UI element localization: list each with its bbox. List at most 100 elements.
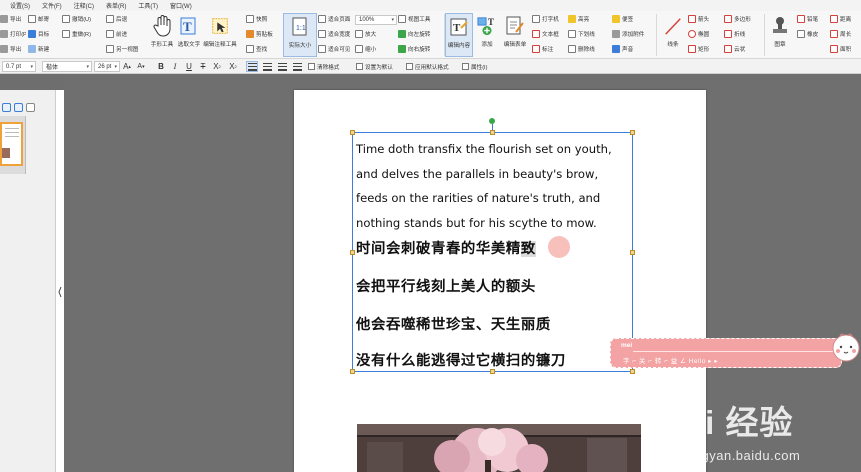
edit-content-button[interactable]: T 编辑内容 — [445, 13, 473, 57]
zoom-in-button[interactable]: 放大 — [355, 28, 385, 39]
justify-button[interactable] — [291, 61, 303, 72]
callout-button[interactable]: 标注 — [532, 43, 566, 54]
chinese-line-2[interactable]: 会把平行线刻上美人的额头 — [356, 275, 536, 296]
export2-button[interactable]: 导出 — [0, 43, 26, 54]
export-button[interactable]: 导出 — [0, 13, 26, 24]
distance-button[interactable]: 距离 — [830, 13, 861, 24]
strikeout-button[interactable]: 删除线 — [568, 43, 608, 54]
perimeter-button[interactable]: 周长 — [830, 28, 861, 39]
menu-window[interactable]: 窗口(W) — [164, 1, 198, 10]
area-button[interactable]: 面积 — [830, 43, 861, 54]
watermark-url: jingyan.baidu.com — [687, 448, 801, 463]
edit-form-button[interactable]: 编辑表单 — [500, 13, 530, 57]
svg-text:T: T — [488, 17, 494, 27]
bold-button[interactable]: B — [156, 61, 166, 72]
print-button[interactable]: 打印(P) — [0, 28, 26, 39]
resize-handle-bottom-left[interactable] — [350, 369, 355, 374]
add-icon: T — [477, 15, 497, 37]
rectangle-button[interactable]: 矩形 — [688, 43, 722, 54]
underline-button[interactable]: 下划线 — [568, 28, 608, 39]
resize-handle-left[interactable] — [350, 250, 355, 255]
page-icon[interactable] — [2, 102, 11, 112]
english-paragraph[interactable]: Time doth transfix the flourish set on y… — [356, 137, 632, 235]
chinese-line-4[interactable]: 没有什么能逃得过它横扫的镰刀 — [356, 349, 566, 370]
shrink-font-button[interactable]: A ▾ — [136, 61, 146, 72]
select-text-button[interactable]: T 选取文字 — [172, 13, 206, 57]
chinese-line-3[interactable]: 他会吞噬稀世珍宝、天生丽质 — [356, 313, 551, 334]
edit-annotation-button[interactable]: 编辑注释工具 — [203, 13, 237, 57]
actual-size-button[interactable]: 1:1 实际大小 — [283, 13, 317, 57]
align-right-button[interactable] — [276, 61, 288, 72]
font-select[interactable]: 楷体 ▾ — [42, 61, 92, 72]
eraser-icon — [797, 29, 805, 38]
arrow-button[interactable]: 箭头 — [688, 13, 722, 24]
redo-button[interactable]: 重做(R) — [62, 28, 104, 39]
panel-splitter[interactable] — [57, 282, 62, 302]
fit-page-button[interactable]: 适合页面 — [318, 13, 354, 24]
fit-visible-button[interactable]: 适合可见 — [318, 43, 354, 54]
resize-handle-top[interactable] — [490, 130, 495, 135]
align-left-button[interactable] — [246, 61, 258, 72]
comment-bubble[interactable]: mei 字 ⌐ 关 ⌐ 转 ⌐ 益 ∠ Hello ▸ ▸ — [594, 330, 860, 370]
pencil-button[interactable]: 铅笔 — [797, 13, 829, 24]
attach-file-button[interactable]: 添加附件 — [612, 28, 656, 39]
resize-handle-top-right[interactable] — [630, 130, 635, 135]
strike-format-button[interactable]: T — [198, 61, 208, 72]
rotate-right-button[interactable]: 向右旋转 — [398, 43, 444, 54]
chinese-line-1[interactable]: 时间会刺破青春的华美精致 — [356, 237, 536, 258]
fit-width-button[interactable]: 适合宽度 — [318, 28, 354, 39]
cloud-button[interactable]: 云状 — [724, 43, 764, 54]
polyline-button[interactable]: 折线 — [724, 28, 764, 39]
menu-comment[interactable]: 注释(C) — [68, 1, 100, 10]
superscript-button[interactable]: X2 — [212, 61, 222, 72]
line-width-select[interactable]: 0.7 pt ▾ — [2, 61, 36, 72]
typewriter-button[interactable]: 打字机 — [532, 13, 566, 24]
polygon-button[interactable]: 多边形 — [724, 13, 764, 24]
textbox-button[interactable]: 文本框 — [532, 28, 566, 39]
line-button[interactable]: 线条 — [658, 13, 688, 57]
eraser-button[interactable]: 橡皮 — [797, 28, 829, 39]
rotation-handle[interactable] — [489, 118, 495, 124]
back-button[interactable]: 后退 — [106, 13, 146, 24]
stamp-button[interactable]: 图章 — [765, 13, 795, 57]
new-button[interactable]: 新建 — [28, 43, 60, 54]
menu-settings[interactable]: 设置(S) — [4, 1, 36, 10]
email-button[interactable]: 邮寄 — [28, 13, 60, 24]
note-button[interactable]: 便签 — [612, 13, 656, 24]
rotate-page-icon[interactable] — [14, 102, 23, 112]
clipboard-button[interactable]: 剪贴板 — [246, 28, 282, 39]
page-thumbnail[interactable] — [0, 122, 23, 166]
highlight-button[interactable]: 高亮 — [568, 13, 608, 24]
remove-format-button[interactable]: 清除格式 — [308, 61, 339, 72]
view-tools-button[interactable]: 视图工具 — [398, 13, 444, 24]
resize-handle-top-left[interactable] — [350, 130, 355, 135]
font-size-select[interactable]: 26 pt ▾ — [94, 61, 120, 72]
forward-button[interactable]: 前进 — [106, 28, 146, 39]
find-button[interactable]: 查找 — [246, 43, 282, 54]
align-center-button[interactable] — [261, 61, 273, 72]
other-view-button[interactable]: 另一视图 — [106, 43, 146, 54]
underline-format-button[interactable]: U — [184, 61, 194, 72]
apply-default-button[interactable]: 应用默认格式 — [406, 61, 449, 72]
set-default-button[interactable]: 设置为默认 — [356, 61, 393, 72]
options-icon[interactable] — [26, 102, 35, 112]
menu-form[interactable]: 表单(R) — [100, 1, 132, 10]
add-button[interactable]: T 添加 — [473, 13, 501, 57]
properties-button[interactable]: 属性(I) — [462, 61, 487, 72]
menu-file[interactable]: 文件(F) — [36, 1, 68, 10]
resize-handle-right[interactable] — [630, 250, 635, 255]
baidu-watermark: Bai 经验 jingyan.baidu.com — [661, 396, 861, 472]
snapshot-button[interactable]: 快照 — [246, 13, 282, 24]
ellipse-button[interactable]: 椭圆 — [688, 28, 722, 39]
sound-button[interactable]: 声音 — [612, 43, 656, 54]
target-button[interactable]: 目标 — [28, 28, 60, 39]
undo-button[interactable]: 撤销(U) — [62, 13, 104, 24]
zoom-select[interactable]: 100% ▾ — [355, 15, 397, 25]
italic-button[interactable]: I — [170, 61, 180, 72]
menu-tools[interactable]: 工具(T) — [132, 1, 164, 10]
zoom-out-button[interactable]: 缩小 — [355, 43, 385, 54]
grow-font-button[interactable]: A ▴ — [122, 61, 132, 72]
text-block-selection[interactable]: Time doth transfix the flourish set on y… — [350, 118, 635, 374]
subscript-button[interactable]: X2 — [228, 61, 238, 72]
rotate-left-button[interactable]: 向左旋转 — [398, 28, 444, 39]
